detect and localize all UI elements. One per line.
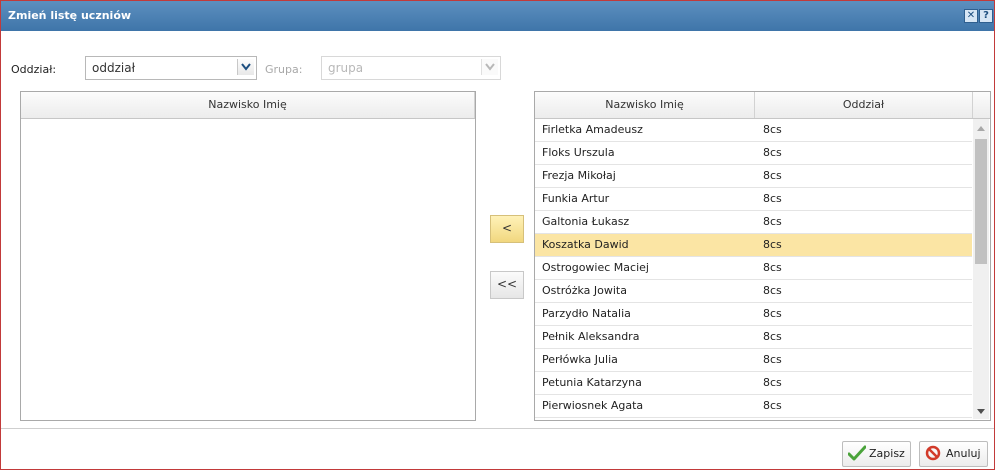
available-students-grid: Nazwisko Imię bbox=[20, 91, 476, 421]
oddzial-label: Oddział: bbox=[11, 63, 57, 76]
chevron-down-icon[interactable] bbox=[237, 59, 254, 75]
grid-header: Nazwisko Imię Oddział bbox=[535, 92, 990, 119]
student-name-cell: Frezja Mikołaj bbox=[542, 169, 616, 182]
table-row[interactable]: Pełnik Aleksandra 8cs bbox=[535, 326, 972, 349]
move-all-left-button[interactable]: << bbox=[490, 271, 524, 299]
student-class-cell: 8cs bbox=[763, 330, 782, 343]
student-name-cell: Floks Urszula bbox=[542, 146, 615, 159]
scrollbar-thumb[interactable] bbox=[975, 139, 987, 264]
table-row[interactable]: Perłówka Julia 8cs bbox=[535, 349, 972, 372]
scroll-down-icon[interactable] bbox=[977, 409, 985, 415]
student-name-cell: Pierwiosnek Agata bbox=[542, 399, 644, 412]
table-row[interactable]: Floks Urszula 8cs bbox=[535, 142, 972, 165]
cancel-button-label: Anuluj bbox=[946, 447, 981, 460]
student-class-cell: 8cs bbox=[763, 307, 782, 320]
student-class-cell: 8cs bbox=[763, 146, 782, 159]
student-name-cell: Ostrogowiec Maciej bbox=[542, 261, 649, 274]
table-row[interactable]: Pierwiosnek Agata 8cs bbox=[535, 395, 972, 418]
table-row[interactable]: Koszatka Dawid 8cs bbox=[535, 234, 972, 257]
column-header-name[interactable]: Nazwisko Imię bbox=[535, 92, 755, 118]
student-class-cell: 8cs bbox=[763, 261, 782, 274]
dialog-titlebar: Zmień listę uczniów ✕ ? bbox=[1, 1, 994, 31]
vertical-scrollbar[interactable] bbox=[973, 119, 989, 419]
grupa-select-value: grupa bbox=[328, 61, 364, 75]
table-row[interactable]: Ostrogowiec Maciej 8cs bbox=[535, 257, 972, 280]
student-name-cell: Ostróżka Jowita bbox=[542, 284, 627, 297]
save-button-label: Zapisz bbox=[869, 447, 905, 460]
table-row[interactable]: Firletka Amadeusz 8cs bbox=[535, 119, 972, 142]
change-student-list-dialog: Zmień listę uczniów ✕ ? Oddział: oddział… bbox=[0, 0, 995, 470]
cancel-button[interactable]: Anuluj bbox=[919, 441, 988, 467]
grupa-select: grupa bbox=[321, 56, 501, 80]
table-row[interactable]: Petunia Katarzyna 8cs bbox=[535, 372, 972, 395]
student-class-cell: 8cs bbox=[763, 169, 782, 182]
close-icon[interactable]: ✕ bbox=[964, 9, 978, 23]
help-icon[interactable]: ? bbox=[979, 9, 993, 23]
student-name-cell: Funkia Artur bbox=[542, 192, 610, 205]
student-class-cell: 8cs bbox=[763, 215, 782, 228]
student-class-cell: 8cs bbox=[763, 376, 782, 389]
column-header-class[interactable]: Oddział bbox=[755, 92, 973, 118]
column-header-name[interactable]: Nazwisko Imię bbox=[21, 92, 475, 118]
student-name-cell: Koszatka Dawid bbox=[542, 238, 629, 251]
save-button[interactable]: Zapisz bbox=[842, 441, 911, 467]
student-class-cell: 8cs bbox=[763, 192, 782, 205]
student-class-cell: 8cs bbox=[763, 353, 782, 366]
student-name-cell: Perłówka Julia bbox=[542, 353, 618, 366]
student-class-cell: 8cs bbox=[763, 284, 782, 297]
footer-divider bbox=[1, 428, 994, 429]
dialog-title: Zmień listę uczniów bbox=[8, 9, 132, 22]
grid-header: Nazwisko Imię bbox=[21, 92, 475, 119]
student-name-cell: Parzydło Natalia bbox=[542, 307, 631, 320]
table-row[interactable]: Galtonia Łukasz 8cs bbox=[535, 211, 972, 234]
scroll-up-icon[interactable] bbox=[977, 125, 985, 131]
checkmark-icon bbox=[847, 445, 867, 464]
student-name-cell: Firletka Amadeusz bbox=[542, 123, 643, 136]
move-selected-left-button[interactable]: < bbox=[490, 215, 524, 243]
table-row[interactable]: Parzydło Natalia 8cs bbox=[535, 303, 972, 326]
table-row[interactable]: Frezja Mikołaj 8cs bbox=[535, 165, 972, 188]
student-class-cell: 8cs bbox=[763, 123, 782, 136]
student-class-cell: 8cs bbox=[763, 399, 782, 412]
oddzial-select[interactable]: oddział bbox=[85, 56, 257, 80]
grupa-label: Grupa: bbox=[265, 63, 303, 76]
table-row[interactable]: Funkia Artur 8cs bbox=[535, 188, 972, 211]
student-name-cell: Galtonia Łukasz bbox=[542, 215, 630, 228]
oddzial-select-value: oddział bbox=[92, 61, 135, 75]
student-class-cell: 8cs bbox=[763, 238, 782, 251]
student-name-cell: Petunia Katarzyna bbox=[542, 376, 642, 389]
table-row[interactable]: Ostróżka Jowita 8cs bbox=[535, 280, 972, 303]
chevron-down-icon bbox=[481, 59, 498, 75]
assigned-students-grid: Nazwisko Imię Oddział Firletka Amadeusz 8… bbox=[534, 91, 991, 421]
student-name-cell: Pełnik Aleksandra bbox=[542, 330, 640, 343]
prohibited-icon bbox=[925, 445, 941, 464]
